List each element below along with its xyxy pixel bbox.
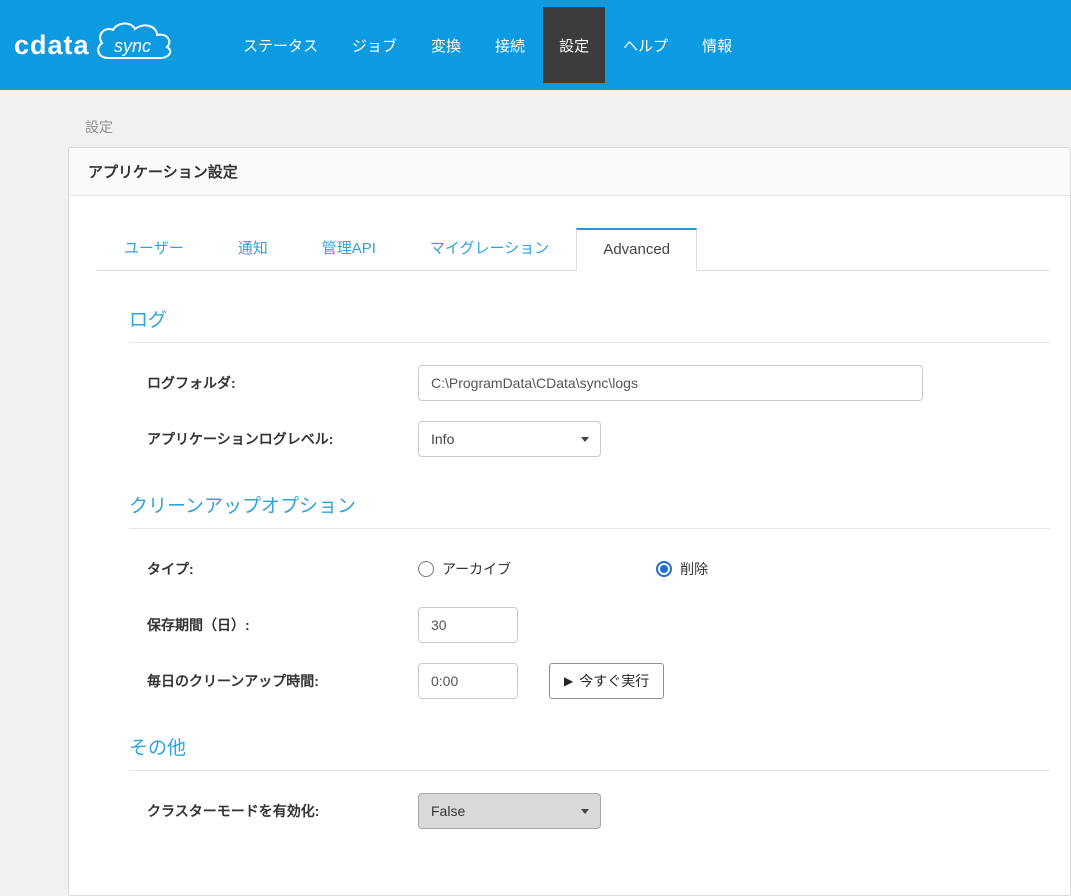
retention-input[interactable] bbox=[418, 607, 518, 643]
log-folder-input[interactable] bbox=[418, 365, 923, 401]
form-row-log-level: アプリケーションログレベル: Info bbox=[147, 421, 1050, 457]
logo-sync-text: sync bbox=[114, 36, 151, 56]
play-icon: ▶ bbox=[564, 674, 574, 688]
radio-group-delete[interactable]: 削除 bbox=[656, 559, 708, 579]
cdata-sync-logo[interactable]: cdata sync bbox=[0, 0, 226, 90]
section-cleanup: クリーンアップオプション タイプ: アーカイブ 削除 保存期間（日）: 毎日のク… bbox=[129, 491, 1050, 699]
chevron-down-icon bbox=[581, 436, 589, 442]
nav-item-settings[interactable]: 設定 bbox=[543, 7, 606, 83]
breadcrumb: 設定 bbox=[85, 119, 113, 135]
tab-notifications[interactable]: 通知 bbox=[211, 224, 295, 271]
form-row-retention: 保存期間（日）: bbox=[147, 607, 1050, 643]
radio-archive-label: アーカイブ bbox=[442, 561, 512, 577]
log-level-select[interactable]: Info bbox=[418, 421, 601, 457]
nav-item-info[interactable]: 情報 bbox=[686, 7, 748, 83]
chevron-down-icon bbox=[581, 808, 589, 814]
run-now-label: 今すぐ実行 bbox=[579, 673, 650, 689]
nav-item-jobs[interactable]: ジョブ bbox=[336, 7, 413, 83]
main-navigation: ステータス ジョブ 変換 接続 設定 ヘルプ 情報 bbox=[226, 0, 749, 90]
log-level-value: Info bbox=[431, 431, 455, 447]
cleanup-type-label: タイプ: bbox=[147, 561, 194, 577]
section-cleanup-title: クリーンアップオプション bbox=[129, 491, 1050, 529]
top-navbar: cdata sync ステータス ジョブ 変換 接続 設定 ヘルプ 情報 bbox=[0, 0, 1071, 90]
form-row-log-folder: ログフォルダ: bbox=[147, 365, 1050, 401]
application-settings-card: アプリケーション設定 ユーザー 通知 管理API マイグレーション Advanc… bbox=[68, 147, 1071, 896]
logo-cdata-text: cdata bbox=[14, 29, 90, 60]
tab-admin-api[interactable]: 管理API bbox=[295, 224, 403, 271]
section-log-title: ログ bbox=[129, 305, 1050, 343]
section-log: ログ ログフォルダ: アプリケーションログレベル: Info bbox=[129, 305, 1050, 457]
form-row-cleanup-type: タイプ: アーカイブ 削除 bbox=[147, 551, 1050, 587]
tab-advanced[interactable]: Advanced bbox=[576, 228, 698, 271]
cleanup-time-input[interactable] bbox=[418, 663, 518, 699]
card-title: アプリケーション設定 bbox=[69, 148, 1070, 196]
cluster-mode-label: クラスターモードを有効化: bbox=[147, 803, 320, 819]
cluster-mode-value: False bbox=[431, 803, 466, 819]
section-other: その他 クラスターモードを有効化: False bbox=[129, 733, 1050, 829]
settings-tabs: ユーザー 通知 管理API マイグレーション Advanced bbox=[97, 224, 1050, 271]
form-row-cluster-mode: クラスターモードを有効化: False bbox=[147, 793, 1050, 829]
nav-item-status[interactable]: ステータス bbox=[227, 7, 334, 83]
retention-label: 保存期間（日）: bbox=[147, 617, 250, 633]
cleanup-time-label: 毎日のクリーンアップ時間: bbox=[147, 673, 319, 689]
nav-item-connections[interactable]: 接続 bbox=[479, 7, 541, 83]
form-row-cleanup-time: 毎日のクリーンアップ時間: ▶ 今すぐ実行 bbox=[147, 663, 1050, 699]
radio-group-archive[interactable]: アーカイブ bbox=[418, 559, 511, 579]
log-folder-label: ログフォルダ: bbox=[147, 375, 236, 391]
run-now-button[interactable]: ▶ 今すぐ実行 bbox=[549, 663, 665, 699]
radio-delete[interactable] bbox=[656, 561, 673, 577]
radio-delete-label: 削除 bbox=[680, 561, 709, 577]
nav-item-help[interactable]: ヘルプ bbox=[607, 7, 684, 83]
nav-item-transform[interactable]: 変換 bbox=[415, 7, 477, 83]
tab-users[interactable]: ユーザー bbox=[97, 224, 211, 271]
log-level-label: アプリケーションログレベル: bbox=[147, 431, 334, 447]
cloud-icon: sync bbox=[96, 22, 171, 59]
section-other-title: その他 bbox=[129, 733, 1050, 771]
cluster-mode-select[interactable]: False bbox=[418, 793, 601, 829]
radio-archive[interactable] bbox=[418, 561, 434, 577]
card-body: ユーザー 通知 管理API マイグレーション Advanced ログ ログフォル… bbox=[69, 196, 1070, 895]
tab-migration[interactable]: マイグレーション bbox=[403, 224, 576, 271]
